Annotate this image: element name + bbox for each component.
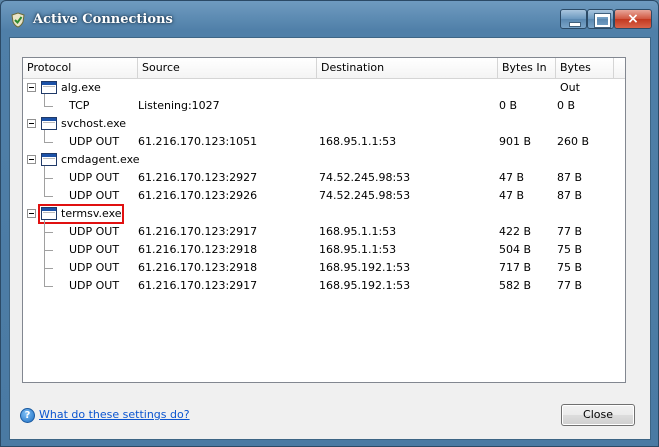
cell-protocol: UDP OUT bbox=[69, 225, 120, 238]
cell-source: 61.216.170.123:2927 bbox=[138, 171, 258, 184]
connection-row[interactable]: UDP OUT 61.216.170.123:1051 168.95.1.1:53 9… bbox=[23, 133, 625, 151]
connection-row[interactable]: UDP OUT 61.216.170.123:2926 74.52.245.98:5… bbox=[23, 187, 625, 205]
cell-source: Listening:1027 bbox=[138, 99, 220, 112]
column-header-source[interactable]: Source bbox=[138, 58, 317, 78]
highlight-box bbox=[38, 204, 124, 224]
cell-bytes-in: 47 B bbox=[499, 189, 525, 202]
cell-destination: 168.95.192.1:53 bbox=[319, 279, 411, 292]
process-row[interactable]: alg.exe bbox=[23, 79, 625, 97]
cell-bytes-out: 87 B bbox=[557, 171, 583, 184]
cell-protocol: UDP OUT bbox=[69, 171, 120, 184]
column-header-protocol[interactable]: Protocol bbox=[23, 58, 138, 78]
cell-bytes-in: 717 B bbox=[499, 261, 532, 274]
maximize-button[interactable] bbox=[587, 9, 614, 29]
collapse-toggle-icon[interactable] bbox=[27, 155, 36, 164]
shield-icon bbox=[11, 12, 25, 28]
cell-source: 61.216.170.123:2917 bbox=[138, 225, 258, 238]
column-header-bytes-out[interactable]: Bytes Out bbox=[556, 58, 614, 94]
cell-source: 61.216.170.123:1051 bbox=[138, 135, 258, 148]
connection-row[interactable]: UDP OUT 61.216.170.123:2917 168.95.1.1:53 4… bbox=[23, 223, 625, 241]
cell-bytes-in: 504 B bbox=[499, 243, 532, 256]
minimize-icon bbox=[569, 22, 581, 27]
collapse-toggle-icon[interactable] bbox=[27, 119, 36, 128]
cell-source: 61.216.170.123:2918 bbox=[138, 261, 258, 274]
tree-branch bbox=[44, 232, 53, 233]
cell-destination: 168.95.1.1:53 bbox=[319, 243, 397, 256]
process-row[interactable]: termsv.exe bbox=[23, 204, 625, 224]
tree-branch bbox=[44, 250, 53, 251]
title-bar[interactable]: Active Connections × bbox=[1, 1, 658, 37]
connection-row[interactable]: TCP Listening:1027 0 B 0 B bbox=[23, 97, 625, 115]
cell-bytes-out: 77 B bbox=[557, 225, 583, 238]
cell-bytes-in: 47 B bbox=[499, 171, 525, 184]
close-icon: × bbox=[627, 11, 639, 27]
cell-bytes-out: 75 B bbox=[557, 261, 583, 274]
connection-row[interactable]: UDP OUT 61.216.170.123:2927 74.52.245.98:5… bbox=[23, 169, 625, 187]
cell-bytes-in: 0 B bbox=[499, 99, 518, 112]
process-name: alg.exe bbox=[61, 81, 101, 94]
maximize-icon bbox=[594, 13, 611, 28]
process-name: cmdagent.exe bbox=[61, 153, 140, 166]
cell-protocol: UDP OUT bbox=[69, 261, 120, 274]
process-name: svchost.exe bbox=[61, 117, 127, 130]
process-row[interactable]: cmdagent.exe bbox=[23, 151, 625, 169]
application-window-icon bbox=[41, 117, 57, 130]
cell-bytes-in: 901 B bbox=[499, 135, 532, 148]
connection-row[interactable]: UDP OUT 61.216.170.123:2917 168.95.192.1:5… bbox=[23, 277, 625, 295]
window-title: Active Connections bbox=[33, 12, 173, 27]
tree-branch bbox=[44, 106, 53, 107]
tree-branch bbox=[44, 142, 53, 143]
tree-branch bbox=[44, 178, 53, 179]
cell-destination: 74.52.245.98:53 bbox=[319, 189, 411, 202]
column-header-row: Protocol Source Destination Bytes In Byt… bbox=[23, 58, 625, 94]
cell-destination: 74.52.245.98:53 bbox=[319, 171, 411, 184]
cell-bytes-out: 260 B bbox=[557, 135, 590, 148]
cell-destination: 168.95.1.1:53 bbox=[319, 135, 397, 148]
process-row[interactable]: svchost.exe bbox=[23, 115, 625, 133]
tree-branch bbox=[44, 268, 53, 269]
column-header-destination[interactable]: Destination bbox=[317, 58, 498, 78]
cell-protocol: UDP OUT bbox=[69, 135, 120, 148]
help-link[interactable]: What do these settings do? bbox=[39, 408, 190, 422]
cell-bytes-out: 77 B bbox=[557, 279, 583, 292]
cell-protocol: UDP OUT bbox=[69, 189, 120, 202]
tree-branch bbox=[44, 286, 53, 287]
cell-bytes-out: 0 B bbox=[557, 99, 576, 112]
cell-source: 61.216.170.123:2918 bbox=[138, 243, 258, 256]
active-connections-window: Active Connections × Protocol Source Des… bbox=[0, 0, 659, 447]
tree-branch bbox=[44, 196, 53, 197]
column-header-bytes-in[interactable]: Bytes In bbox=[498, 58, 556, 78]
minimize-button[interactable] bbox=[560, 9, 587, 29]
cell-protocol: TCP bbox=[69, 99, 90, 112]
cell-source: 61.216.170.123:2917 bbox=[138, 279, 258, 292]
cell-destination: 168.95.192.1:53 bbox=[319, 261, 411, 274]
connection-row[interactable]: UDP OUT 61.216.170.123:2918 168.95.192.1:5… bbox=[23, 259, 625, 277]
application-window-icon bbox=[41, 81, 57, 94]
close-window-button[interactable]: × bbox=[614, 9, 652, 29]
application-window-icon bbox=[41, 153, 57, 166]
cell-bytes-in: 582 B bbox=[499, 279, 532, 292]
close-button[interactable]: Close bbox=[561, 404, 635, 426]
connection-row[interactable]: UDP OUT 61.216.170.123:2918 168.95.1.1:53 5… bbox=[23, 241, 625, 259]
cell-protocol: UDP OUT bbox=[69, 279, 120, 292]
cell-bytes-in: 422 B bbox=[499, 225, 532, 238]
collapse-toggle-icon[interactable] bbox=[27, 83, 36, 92]
cell-bytes-out: 75 B bbox=[557, 243, 583, 256]
collapse-toggle-icon[interactable] bbox=[27, 209, 36, 218]
connections-list[interactable]: Protocol Source Destination Bytes In Byt… bbox=[22, 57, 626, 383]
cell-bytes-out: 87 B bbox=[557, 189, 583, 202]
help-icon[interactable]: ? bbox=[20, 408, 35, 423]
cell-destination: 168.95.1.1:53 bbox=[319, 225, 397, 238]
cell-protocol: UDP OUT bbox=[69, 243, 120, 256]
cell-source: 61.216.170.123:2926 bbox=[138, 189, 258, 202]
